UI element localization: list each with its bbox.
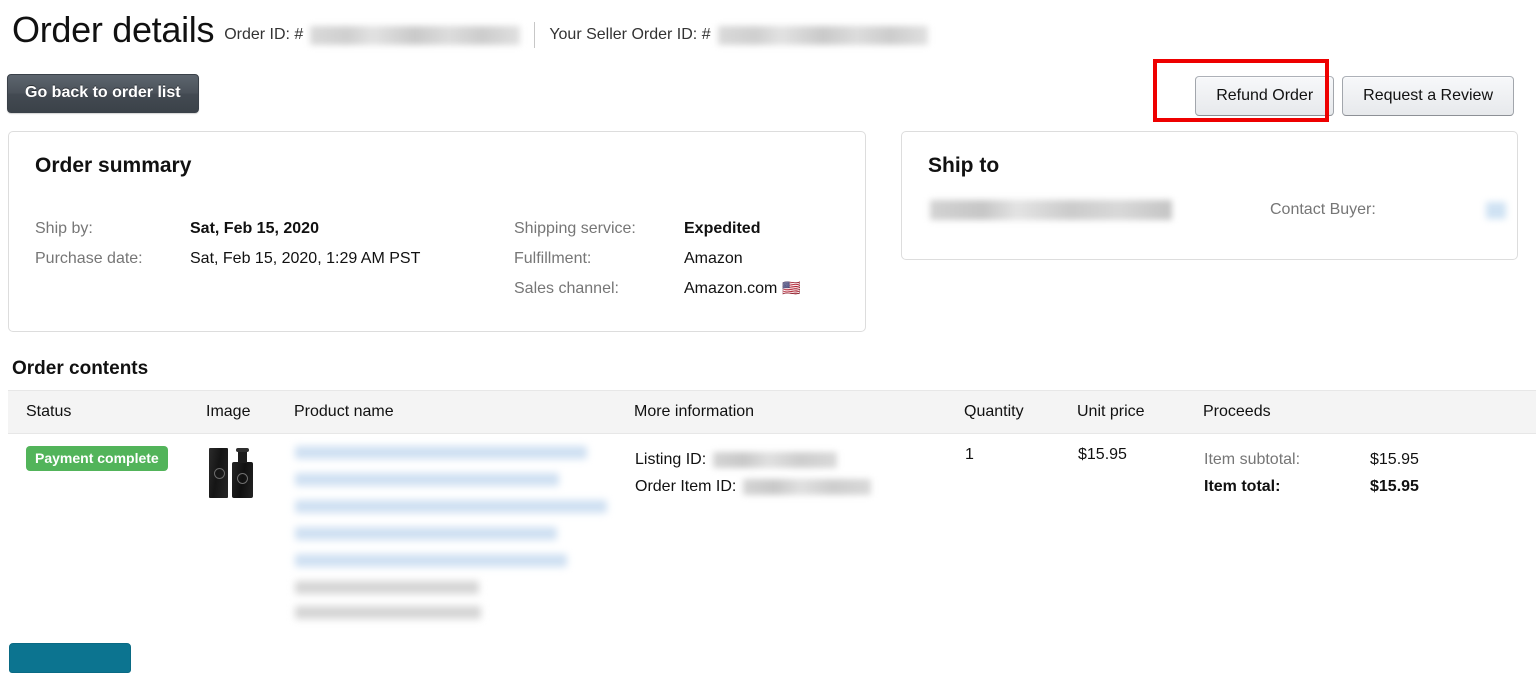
field-sales-channel-label: Sales channel: (514, 280, 619, 297)
cell-status: Payment complete (8, 434, 206, 633)
column-header-status: Status (8, 390, 206, 434)
cell-image (206, 434, 294, 633)
order-summary-panel: Order summary Ship by: Sat, Feb 15, 2020… (8, 131, 866, 332)
field-shipping-service: Shipping service: Expedited (514, 214, 801, 244)
column-header-quantity: Quantity (964, 390, 1077, 434)
column-header-product-name: Product name (294, 390, 634, 434)
page-header: Order details Order ID: # Your Seller Or… (12, 10, 928, 51)
order-summary-column-right: Shipping service: Expedited Fulfillment:… (514, 214, 801, 304)
item-total-label: Item total: (1204, 478, 1281, 495)
seller-order-id-value-redacted (717, 25, 928, 45)
product-name-line (295, 473, 559, 486)
product-box-shape (209, 448, 228, 498)
contact-buyer-value-redacted[interactable] (1485, 201, 1506, 219)
field-fulfillment-value: Amazon (684, 250, 743, 267)
column-header-more-information: More information (634, 390, 964, 434)
status-badge: Payment complete (26, 446, 168, 471)
item-subtotal-value: $15.95 (1370, 451, 1419, 468)
unit-price-value: $15.95 (1078, 446, 1127, 463)
field-sales-channel-value: Amazon.com (684, 280, 778, 297)
proceeds-list: Item subtotal: $15.95 Item total: $15.95 (1204, 446, 1536, 500)
order-summary-column-left: Ship by: Sat, Feb 15, 2020 Purchase date… (35, 214, 420, 274)
cell-quantity: 1 (964, 434, 1077, 633)
item-total-value: $15.95 (1370, 478, 1419, 495)
field-shipping-service-label: Shipping service: (514, 220, 636, 237)
order-id-label: Order ID: # (224, 26, 304, 43)
field-fulfillment: Fulfillment: Amazon (514, 244, 801, 274)
table-header-row: Status Image Product name More informati… (8, 390, 1536, 434)
order-id-value-redacted (310, 25, 521, 45)
toolbar-right: Refund Order Request a Review (1195, 76, 1514, 116)
field-fulfillment-label: Fulfillment: (514, 250, 592, 267)
contact-buyer-label: Contact Buyer: (1270, 201, 1376, 218)
ship-to-panel: Ship to Contact Buyer: (901, 131, 1518, 260)
order-contents-table: Status Image Product name More informati… (8, 390, 1536, 632)
proceeds-row-item-total: Item total: $15.95 (1204, 473, 1536, 500)
ship-to-body: Contact Buyer: (902, 200, 1517, 220)
product-asin-redacted (295, 581, 479, 594)
us-flag-icon: 🇺🇸 (782, 280, 802, 297)
order-id-group: Order ID: # Your Seller Order ID: # (224, 22, 928, 48)
product-name-line (295, 554, 567, 567)
cell-product-name (294, 434, 634, 633)
item-subtotal-label: Item subtotal: (1204, 451, 1301, 468)
order-contents-title: Order contents (12, 358, 149, 379)
column-header-proceeds: Proceeds (1203, 390, 1536, 434)
table-row: Payment complete Listing ID: Order Item … (8, 434, 1536, 633)
product-name-link-redacted[interactable] (295, 446, 607, 619)
field-purchase-date-label: Purchase date: (35, 250, 143, 267)
header-divider (534, 22, 536, 48)
ship-to-title: Ship to (928, 154, 1000, 177)
footer-action-button[interactable] (9, 643, 131, 673)
toolbar-left: Go back to order list (7, 74, 199, 113)
refund-order-button[interactable]: Refund Order (1195, 76, 1335, 116)
listing-id-label: Listing ID: (635, 451, 707, 468)
listing-id-row: Listing ID: (635, 446, 963, 473)
order-item-id-row: Order Item ID: (635, 473, 963, 500)
field-purchase-date: Purchase date: Sat, Feb 15, 2020, 1:29 A… (35, 244, 420, 274)
page-title: Order details (12, 9, 215, 50)
cell-more-information: Listing ID: Order Item ID: (634, 434, 964, 633)
field-ship-by-label: Ship by: (35, 220, 93, 237)
product-name-line (295, 446, 587, 459)
request-a-review-button[interactable]: Request a Review (1342, 76, 1514, 116)
field-ship-by: Ship by: Sat, Feb 15, 2020 (35, 214, 420, 244)
ship-to-address-redacted (930, 200, 1172, 220)
field-shipping-service-value: Expedited (684, 220, 761, 237)
cell-unit-price: $15.95 (1077, 434, 1203, 633)
product-name-line (295, 527, 557, 540)
order-contents-table-body: Payment complete Listing ID: Order Item … (8, 434, 1536, 633)
column-header-unit-price: Unit price (1077, 390, 1203, 434)
seller-order-id-label: Your Seller Order ID: # (549, 26, 711, 43)
cell-proceeds: Item subtotal: $15.95 Item total: $15.95 (1203, 434, 1536, 633)
order-item-id-label: Order Item ID: (635, 478, 737, 495)
order-contents-table-head: Status Image Product name More informati… (8, 390, 1536, 434)
order-item-id-value-redacted (743, 478, 872, 495)
proceeds-row-item-subtotal: Item subtotal: $15.95 (1204, 446, 1536, 473)
column-header-image: Image (206, 390, 294, 434)
product-bottle-shape (232, 462, 253, 498)
product-name-line (295, 500, 607, 513)
order-summary-title: Order summary (35, 154, 192, 177)
product-sku-redacted (295, 606, 481, 619)
field-purchase-date-value: Sat, Feb 15, 2020, 1:29 AM PST (190, 250, 421, 267)
field-sales-channel: Sales channel: Amazon.com 🇺🇸 (514, 274, 801, 304)
field-ship-by-value: Sat, Feb 15, 2020 (190, 220, 319, 237)
go-back-to-order-list-button[interactable]: Go back to order list (7, 74, 199, 113)
product-thumbnail-image[interactable] (207, 448, 261, 500)
product-bottle-nozzle-shape (236, 448, 249, 452)
quantity-value: 1 (965, 446, 974, 463)
listing-id-value-redacted (713, 451, 838, 468)
